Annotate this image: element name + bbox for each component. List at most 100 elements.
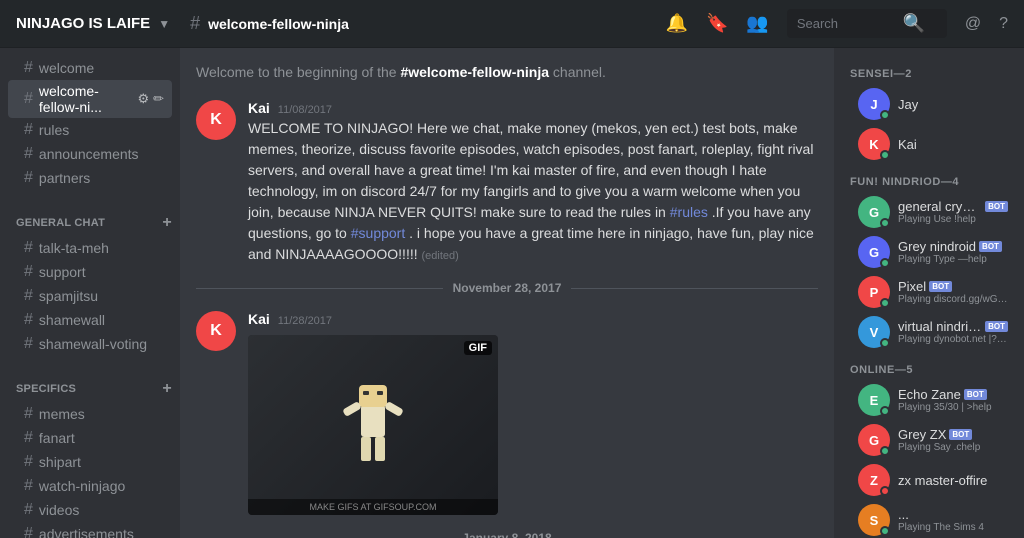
member-item-kai[interactable]: K Kai (842, 124, 1016, 164)
hash-icon: # (24, 263, 33, 281)
sidebar-item-spamjitsu[interactable]: # spamjitsu (8, 284, 172, 308)
add-channel-icon[interactable]: + (162, 380, 172, 398)
welcome-channel: #welcome-fellow-ninja (400, 64, 549, 80)
hash-icon: # (24, 335, 33, 353)
gif-image: MAKE GIFS AT GIFSOUP.COM (248, 335, 498, 515)
member-item-grey-zx[interactable]: G Grey ZXBOT Playing Say .chelp (842, 420, 1016, 460)
help-icon[interactable]: ? (999, 15, 1008, 33)
specifics-header[interactable]: SPECIFICS + (0, 376, 180, 402)
avatar: K (858, 128, 890, 160)
avatar: G (858, 236, 890, 268)
sidebar-item-label: rules (39, 122, 69, 138)
mention-rules[interactable]: #rules (670, 204, 708, 220)
sidebar-item-label: support (39, 264, 86, 280)
member-name: Pixel (898, 279, 926, 294)
hash-icon: # (24, 501, 33, 519)
message-author: Kai (248, 100, 270, 116)
topbar-icons: 🔔 🔖 👥 🔍 @ ? (666, 9, 1008, 38)
bell-icon[interactable]: 🔔 (666, 13, 688, 34)
settings-icon[interactable]: ⚙ (137, 91, 149, 107)
specifics-section: SPECIFICS + # memes # fanart # shipart #… (0, 368, 180, 538)
chat-messages: Welcome to the beginning of the #welcome… (180, 48, 834, 538)
sidebar-item-announcements[interactable]: # announcements (8, 142, 172, 166)
hash-icon: # (24, 169, 33, 187)
hash-icon: # (24, 453, 33, 471)
member-name: Echo Zane (898, 387, 961, 402)
message-header: Kai 11/28/2017 (248, 311, 818, 327)
status-dot-online (880, 526, 890, 536)
members-icon[interactable]: 👥 (746, 13, 768, 34)
general-chat-section: GENERAL CHAT + # talk-ta-meh # support #… (0, 202, 180, 360)
sidebar-item-fanart[interactable]: # fanart (8, 426, 172, 450)
sidebar-item-talk[interactable]: # talk-ta-meh (8, 236, 172, 260)
member-status: Playing 35/30 | >help (898, 402, 1008, 413)
avatar: Z (858, 464, 890, 496)
hash-icon: # (24, 59, 33, 77)
search-bar[interactable]: 🔍 (787, 9, 947, 38)
dropdown-arrow-icon[interactable]: ▼ (158, 17, 170, 31)
member-status: Playing Type —help (898, 254, 1008, 265)
member-name: Kai (898, 137, 917, 152)
avatar: E (858, 384, 890, 416)
member-item-cryptor[interactable]: G general cryptorBOT Playing Use !help (842, 192, 1016, 232)
status-dot-online (880, 258, 890, 268)
status-dot-online (880, 446, 890, 456)
sidebar-item-videos[interactable]: # videos (8, 498, 172, 522)
sidebar-item-label: welcome (39, 60, 94, 76)
member-info: Grey ZXBOT Playing Say .chelp (898, 427, 1008, 453)
edited-label: (edited) (422, 250, 459, 262)
member-item-pixel[interactable]: P PixelBOT Playing discord.gg/wGregW... (842, 272, 1016, 312)
member-item-sims-user[interactable]: S ... Playing The Sims 4 (842, 500, 1016, 538)
search-input[interactable] (797, 16, 897, 31)
member-name: Grey ZX (898, 427, 946, 442)
member-info: Jay (898, 97, 1008, 112)
member-item-echo-zane[interactable]: E Echo ZaneBOT Playing 35/30 | >help (842, 380, 1016, 420)
sidebar-item-label: spamjitsu (39, 288, 98, 304)
add-channel-icon[interactable]: + (162, 214, 172, 232)
mention-support[interactable]: #support (351, 225, 405, 241)
hash-icon: # (24, 477, 33, 495)
member-item-virtual-nindriod[interactable]: V virtual nindriodBOT Playing dynobot.ne… (842, 312, 1016, 352)
sidebar-item-support[interactable]: # support (8, 260, 172, 284)
sidebar-item-welcome[interactable]: # welcome (8, 56, 172, 80)
member-status: Playing discord.gg/wGregW... (898, 294, 1008, 305)
avatar: P (858, 276, 890, 308)
member-info: ... Playing The Sims 4 (898, 507, 1008, 533)
date-divider: November 28, 2017 (196, 281, 818, 295)
sidebar-item-advertisements[interactable]: # advertisements (8, 522, 172, 538)
message-content: Kai 11/08/2017 WELCOME TO NINJAGO! Here … (248, 100, 818, 265)
avatar: K (196, 311, 236, 351)
member-status: Playing Use !help (898, 214, 1008, 225)
status-dot-dnd (880, 486, 890, 496)
edit-icon[interactable]: ✏ (153, 91, 164, 107)
welcome-message: Welcome to the beginning of the #welcome… (196, 64, 818, 80)
sidebar-item-memes[interactable]: # memes (8, 402, 172, 426)
sidebar-item-shipart[interactable]: # shipart (8, 450, 172, 474)
sidebar-item-shamewall[interactable]: # shamewall (8, 308, 172, 332)
hash-icon: # (24, 90, 33, 108)
bookmark-icon[interactable]: 🔖 (706, 13, 728, 34)
chat-area: Welcome to the beginning of the #welcome… (180, 48, 834, 538)
bot-badge: BOT (985, 201, 1008, 212)
avatar: V (858, 316, 890, 348)
sidebar-item-partners[interactable]: # partners (8, 166, 172, 190)
general-chat-header[interactable]: GENERAL CHAT + (0, 210, 180, 236)
welcome-text-1: Welcome to the beginning of the (196, 64, 400, 80)
member-item-jay[interactable]: J Jay (842, 84, 1016, 124)
at-icon[interactable]: @ (965, 15, 981, 33)
date-text: January 8, 2018 (462, 531, 551, 538)
member-item-grey-nindroid[interactable]: G Grey nindroidBOT Playing Type —help (842, 232, 1016, 272)
gif-figure-svg (333, 365, 413, 485)
member-item-red-user[interactable]: Z zx master-offire (842, 460, 1016, 500)
member-info: general cryptorBOT Playing Use !help (898, 199, 1008, 225)
sidebar-item-welcome-fellow[interactable]: # welcome-fellow-ni... ⚙ ✏ (8, 80, 172, 118)
sidebar-item-shamewall-voting[interactable]: # shamewall-voting (8, 332, 172, 356)
sidebar-item-rules[interactable]: # rules (8, 118, 172, 142)
sidebar-item-label: partners (39, 170, 90, 186)
sidebar-item-watch-ninjago[interactable]: # watch-ninjago (8, 474, 172, 498)
gif-badge: GIF (464, 341, 492, 355)
bot-badge: BOT (964, 389, 987, 400)
status-dot-online (880, 406, 890, 416)
server-name[interactable]: NINJAGO IS LAIFE (16, 15, 150, 32)
bot-badge: BOT (949, 429, 972, 440)
